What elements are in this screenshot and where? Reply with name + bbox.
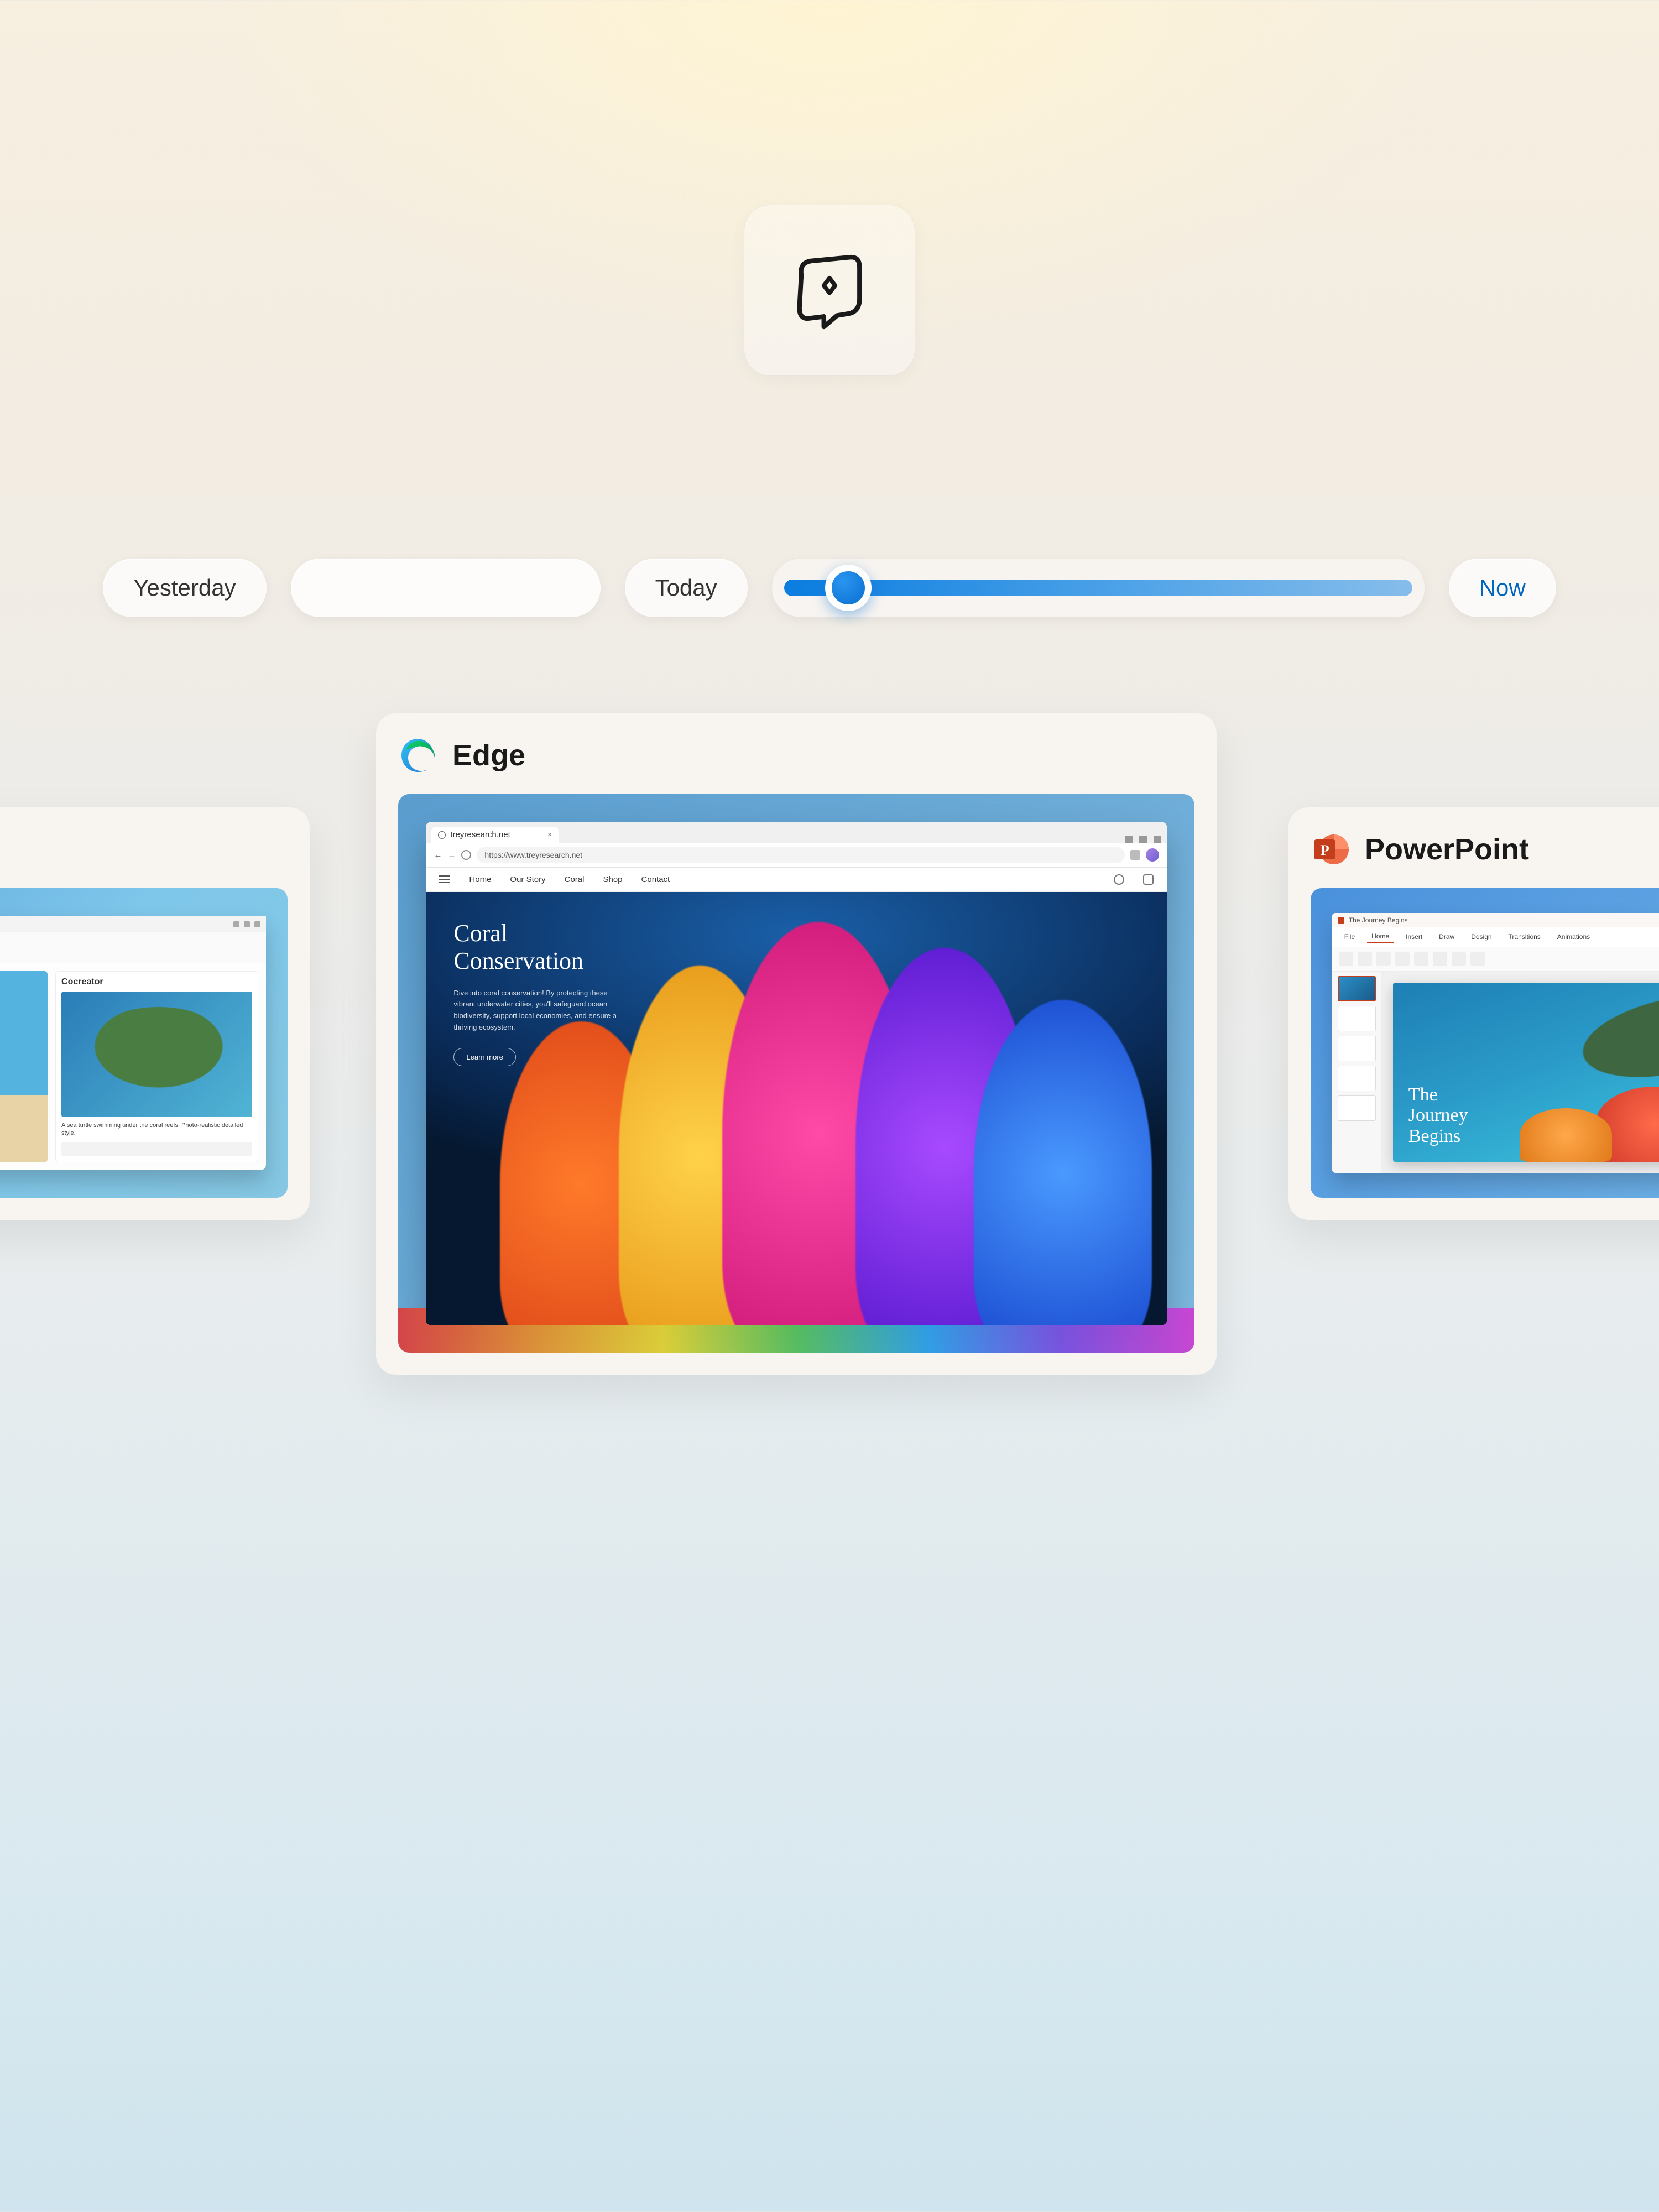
ribbon-tab: Insert <box>1401 931 1427 942</box>
nav-item: Home <box>469 875 491 884</box>
profile-avatar-icon <box>1146 848 1159 862</box>
snapshot-thumbnail: The Journey Begins File Home Insert Draw… <box>1311 888 1659 1198</box>
learn-more-button: Learn more <box>453 1048 515 1066</box>
slide-title: The Journey Begins <box>1408 1084 1468 1146</box>
slide-thumbnail-panel <box>1332 972 1382 1173</box>
forward-icon: → <box>447 851 456 860</box>
close-icon: × <box>547 830 552 839</box>
snapshot-card-edge[interactable]: Edge treyresearch.net × ← → https://ww <box>376 713 1217 1375</box>
slide-thumbnail <box>1338 976 1376 1001</box>
chat-icon <box>1143 874 1154 885</box>
cocreator-preview <box>61 992 252 1117</box>
slide-thumbnail <box>1338 1036 1376 1061</box>
back-icon: ← <box>434 851 442 860</box>
ppt-toolbar <box>1332 947 1659 972</box>
ribbon-tab: Draw <box>1434 931 1459 942</box>
recall-timeline: Yesterday Today Now <box>0 559 1659 617</box>
timeline-today-label[interactable]: Today <box>625 559 748 617</box>
search-icon <box>1114 874 1124 885</box>
timeline-today-slider[interactable] <box>772 559 1425 617</box>
ppt-titlebar: The Journey Begins <box>1332 913 1659 927</box>
ribbon-tab: Home <box>1367 931 1394 943</box>
copilot-tile[interactable] <box>744 205 915 376</box>
slide-thumbnail <box>1338 1095 1376 1121</box>
recall-snapshot-row: Paint Cocreator <box>0 713 1659 1432</box>
hero-description: Dive into coral conservation! By protect… <box>453 988 619 1034</box>
nav-item: Coral <box>565 875 585 884</box>
cocreator-title: Cocreator <box>61 977 252 987</box>
powerpoint-window: The Journey Begins File Home Insert Draw… <box>1332 913 1659 1173</box>
card-header: Paint <box>0 830 288 869</box>
slide-thumbnail <box>1338 1006 1376 1031</box>
copilot-icon <box>782 242 877 339</box>
nav-item: Contact <box>641 875 670 884</box>
slide-editor: The Journey Begins <box>1382 972 1659 1173</box>
card-header: Edge <box>398 735 1194 775</box>
edge-browser-window: treyresearch.net × ← → https://www.treyr… <box>426 822 1166 1325</box>
powerpoint-app-icon: P <box>1311 830 1350 869</box>
nav-item: Shop <box>603 875 622 884</box>
ppt-ribbon-tabs: File Home Insert Draw Design Transitions… <box>1332 927 1659 947</box>
timeline-yesterday-track[interactable] <box>291 559 601 617</box>
snapshot-card-paint[interactable]: Paint Cocreator <box>0 807 310 1220</box>
cocreator-panel: Cocreator A sea turtle swimming under th… <box>55 971 258 1162</box>
globe-icon <box>438 831 446 839</box>
slide-thumbnail <box>1338 1066 1376 1091</box>
site-nav: Home Our Story Coral Shop Contact <box>426 868 1166 892</box>
edge-app-icon <box>398 735 438 775</box>
slider-thumb[interactable] <box>825 565 872 611</box>
url-field: https://www.treyresearch.net <box>477 847 1124 863</box>
card-header: P PowerPoint <box>1311 830 1659 869</box>
ribbon-tab: Design <box>1467 931 1496 942</box>
ribbon-tab: File <box>1340 931 1359 942</box>
menu-icon <box>439 875 450 883</box>
paint-canvas <box>0 971 48 1162</box>
site-hero: Coral Conservation Dive into coral conse… <box>426 892 1166 1325</box>
snapshot-thumbnail: Cocreator A sea turtle swimming under th… <box>0 888 288 1198</box>
ribbon-tab: Transitions <box>1504 931 1545 942</box>
ribbon-tab: Animations <box>1553 931 1594 942</box>
browser-address-bar: ← → https://www.treyresearch.net <box>426 843 1166 868</box>
nav-item: Our Story <box>510 875 545 884</box>
slider-track <box>784 580 1412 596</box>
paint-ribbon <box>0 932 266 963</box>
snapshot-thumbnail: treyresearch.net × ← → https://www.treyr… <box>398 794 1194 1353</box>
tab-title: treyresearch.net <box>450 830 510 839</box>
browser-tab: treyresearch.net × <box>431 827 559 843</box>
timeline-now-button[interactable]: Now <box>1449 559 1556 617</box>
cocreator-caption: A sea turtle swimming under the coral re… <box>61 1121 252 1138</box>
refresh-icon <box>461 850 471 860</box>
timeline-yesterday-label[interactable]: Yesterday <box>103 559 266 617</box>
hero-title: Coral Conservation <box>453 920 619 975</box>
paint-window: Cocreator A sea turtle swimming under th… <box>0 916 266 1170</box>
svg-text:P: P <box>1320 842 1329 859</box>
snapshot-card-powerpoint[interactable]: P PowerPoint The Journey Begins File Hom… <box>1288 807 1659 1220</box>
card-title: PowerPoint <box>1365 832 1529 867</box>
browser-tab-strip: treyresearch.net × <box>426 822 1166 843</box>
doc-title: The Journey Begins <box>1349 916 1408 924</box>
card-title: Edge <box>452 738 525 773</box>
extensions-icon <box>1130 850 1140 860</box>
